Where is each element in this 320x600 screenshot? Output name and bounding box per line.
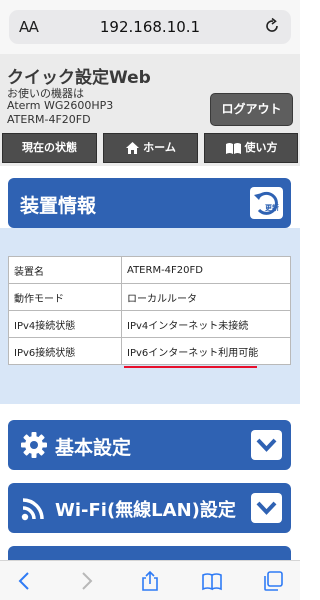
row-value: IPv6インターネット利用可能 <box>121 337 291 365</box>
url-text[interactable]: 192.168.10.1 <box>9 18 291 36</box>
device-name: ATERM-4F20FD <box>7 113 91 126</box>
refresh-button[interactable]: 更新 <box>250 187 283 219</box>
row-key: 動作モード <box>8 283 122 311</box>
row-key: IPv4接続状態 <box>8 310 122 338</box>
table-row: 装置名 ATERM-4F20FD <box>8 256 291 284</box>
expand-button[interactable] <box>251 493 282 523</box>
nav-home-button[interactable]: ホーム <box>103 133 198 163</box>
wifi-settings-label: Wi-Fi(無線LAN)設定 <box>55 500 236 521</box>
highlight-underline <box>124 366 257 368</box>
nav-home-label: ホーム <box>143 141 176 154</box>
basic-settings-button[interactable]: 基本設定 <box>8 420 291 470</box>
wifi-icon <box>21 498 44 521</box>
nav-help-button[interactable]: 使い方 <box>204 133 298 163</box>
share-icon[interactable] <box>139 570 161 592</box>
nav-bar: 現在の状態 ホーム 使い方 <box>0 130 300 166</box>
table-row: 動作モード ローカルルータ <box>8 283 291 311</box>
row-key: IPv6接続状態 <box>8 337 122 365</box>
bookmarks-icon[interactable] <box>201 570 223 592</box>
logout-button[interactable]: ログアウト <box>210 93 293 126</box>
expand-button[interactable] <box>251 430 282 460</box>
table-row: IPv4接続状態 IPv4インターネット未接続 <box>8 310 291 338</box>
device-info-panel: 装置名 ATERM-4F20FD 動作モード ローカルルータ IPv4接続状態 … <box>0 228 300 404</box>
device-info-header: 装置情報 更新 <box>8 178 291 228</box>
row-value: ATERM-4F20FD <box>121 256 291 284</box>
chevron-down-icon <box>256 438 277 452</box>
home-icon <box>126 142 140 154</box>
url-field[interactable]: AA 192.168.10.1 <box>9 10 291 44</box>
device-info-title: 装置情報 <box>20 195 97 217</box>
row-key: 装置名 <box>8 256 122 284</box>
browser-address-bar: AA 192.168.10.1 <box>0 0 300 54</box>
chevron-down-icon <box>256 501 277 515</box>
basic-settings-label: 基本設定 <box>55 437 132 459</box>
table-row: IPv6接続状態 IPv6インターネット利用可能 <box>8 337 291 365</box>
row-value: IPv4インターネット未接続 <box>121 310 291 338</box>
browser-toolbar <box>0 560 300 600</box>
back-icon[interactable] <box>14 570 36 592</box>
forward-icon[interactable] <box>75 570 97 592</box>
refresh-label: 更新 <box>265 204 279 212</box>
reload-icon[interactable] <box>262 16 282 36</box>
row-value: ローカルルータ <box>121 283 291 311</box>
device-info-table: 装置名 ATERM-4F20FD 動作モード ローカルルータ IPv4接続状態 … <box>8 256 291 365</box>
book-icon <box>225 142 241 154</box>
page-header: クイック設定Web お使いの機器は Aterm WG2600HP3 ATERM-… <box>0 54 300 130</box>
wifi-settings-button[interactable]: Wi-Fi(無線LAN)設定 <box>8 483 291 533</box>
gear-icon <box>21 432 47 458</box>
nav-status-label: 現在の状態 <box>22 141 77 154</box>
nav-status-button[interactable]: 現在の状態 <box>2 133 97 163</box>
nav-help-label: 使い方 <box>244 141 278 154</box>
tabs-icon[interactable] <box>262 570 284 592</box>
device-model: Aterm WG2600HP3 <box>7 99 114 112</box>
